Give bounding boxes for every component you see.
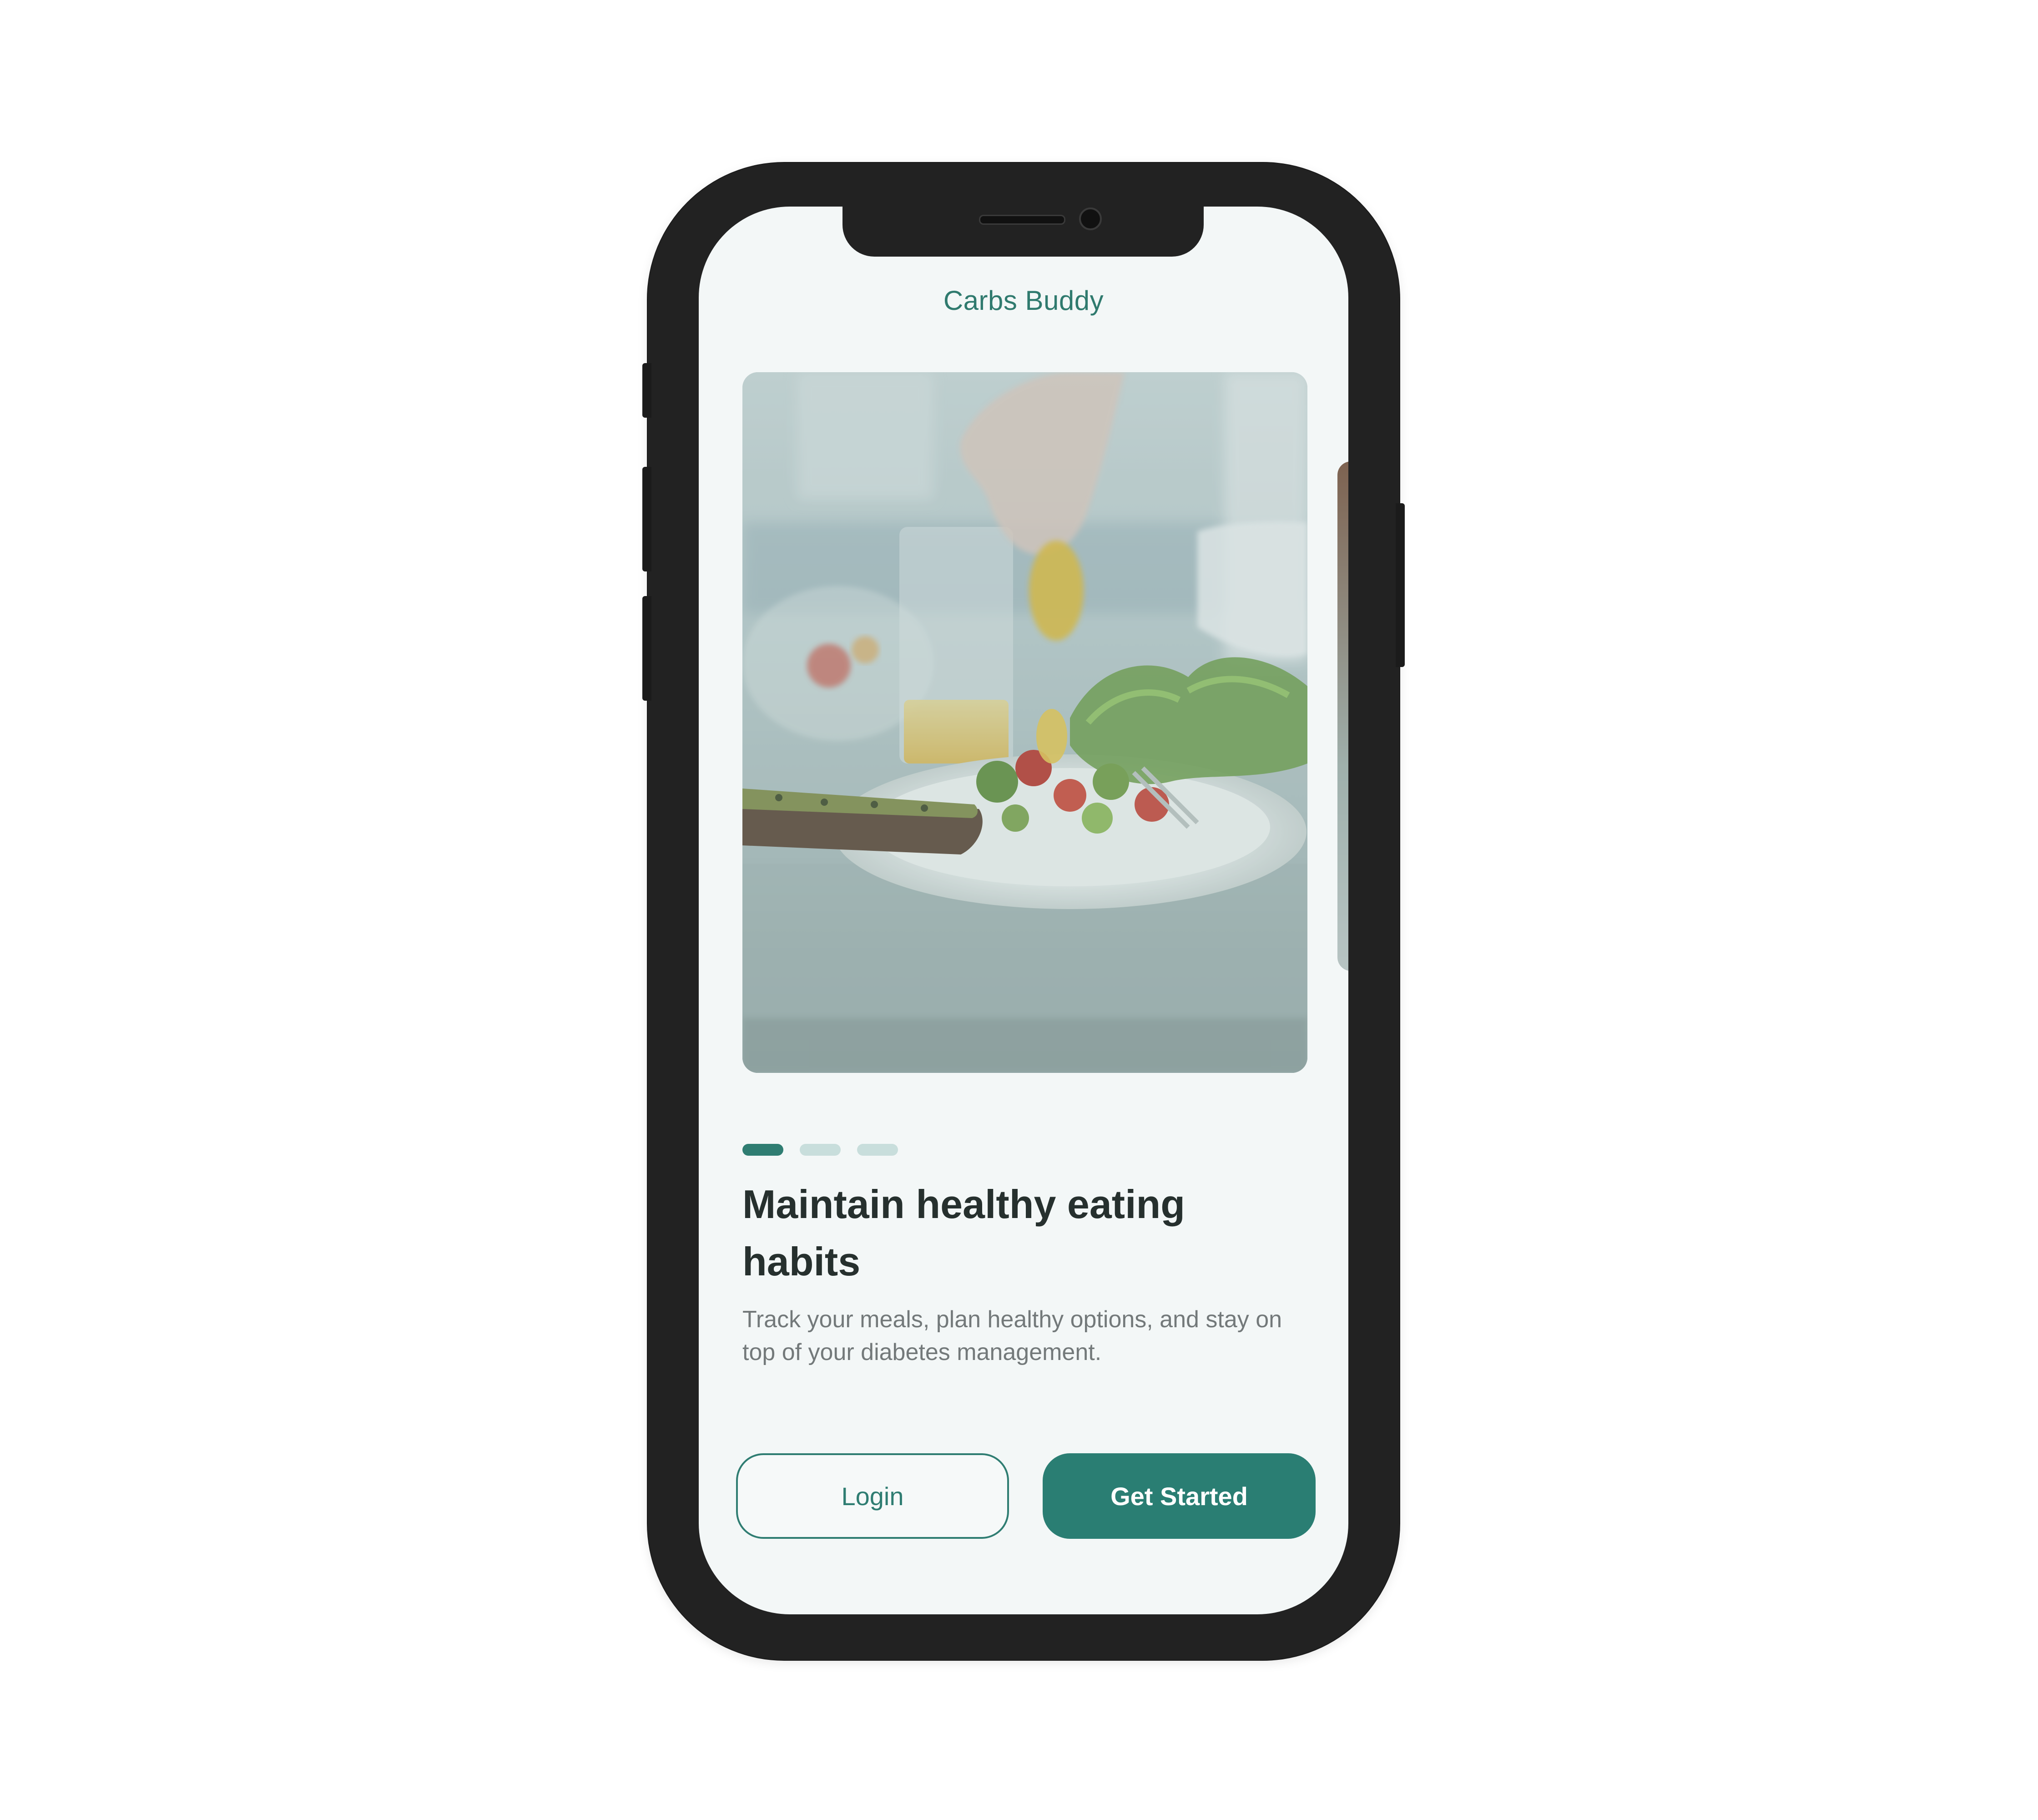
carousel-dot-active[interactable] [742, 1144, 783, 1156]
get-started-button[interactable]: Get Started [1043, 1453, 1316, 1539]
notch [842, 207, 1204, 257]
salad-plate-photo [742, 372, 1307, 1073]
app-title: Carbs Buddy [943, 285, 1104, 316]
app-screen: Carbs Buddy Maintain healthy eating habi… [699, 207, 1348, 1614]
phone-frame: Carbs Buddy Maintain healthy eating habi… [642, 163, 1405, 1660]
carousel-dot[interactable] [800, 1144, 841, 1156]
next-slide-peek[interactable] [1337, 461, 1348, 971]
mute-switch [642, 363, 651, 418]
login-button[interactable]: Login [736, 1453, 1009, 1539]
speaker-grille [979, 215, 1065, 225]
volume-down-button [642, 596, 651, 701]
onboarding-description: Track your meals, plan healthy options, … [742, 1306, 1282, 1365]
power-button [1396, 503, 1405, 667]
volume-up-button [642, 467, 651, 571]
get-started-button-label: Get Started [1110, 1481, 1248, 1511]
login-button-label: Login [841, 1481, 904, 1511]
front-camera-icon [1079, 207, 1102, 230]
carousel-dot[interactable] [857, 1144, 898, 1156]
onboarding-headline: Maintain healthy eating habits [742, 1182, 1185, 1284]
carousel-image[interactable] [742, 372, 1307, 1073]
